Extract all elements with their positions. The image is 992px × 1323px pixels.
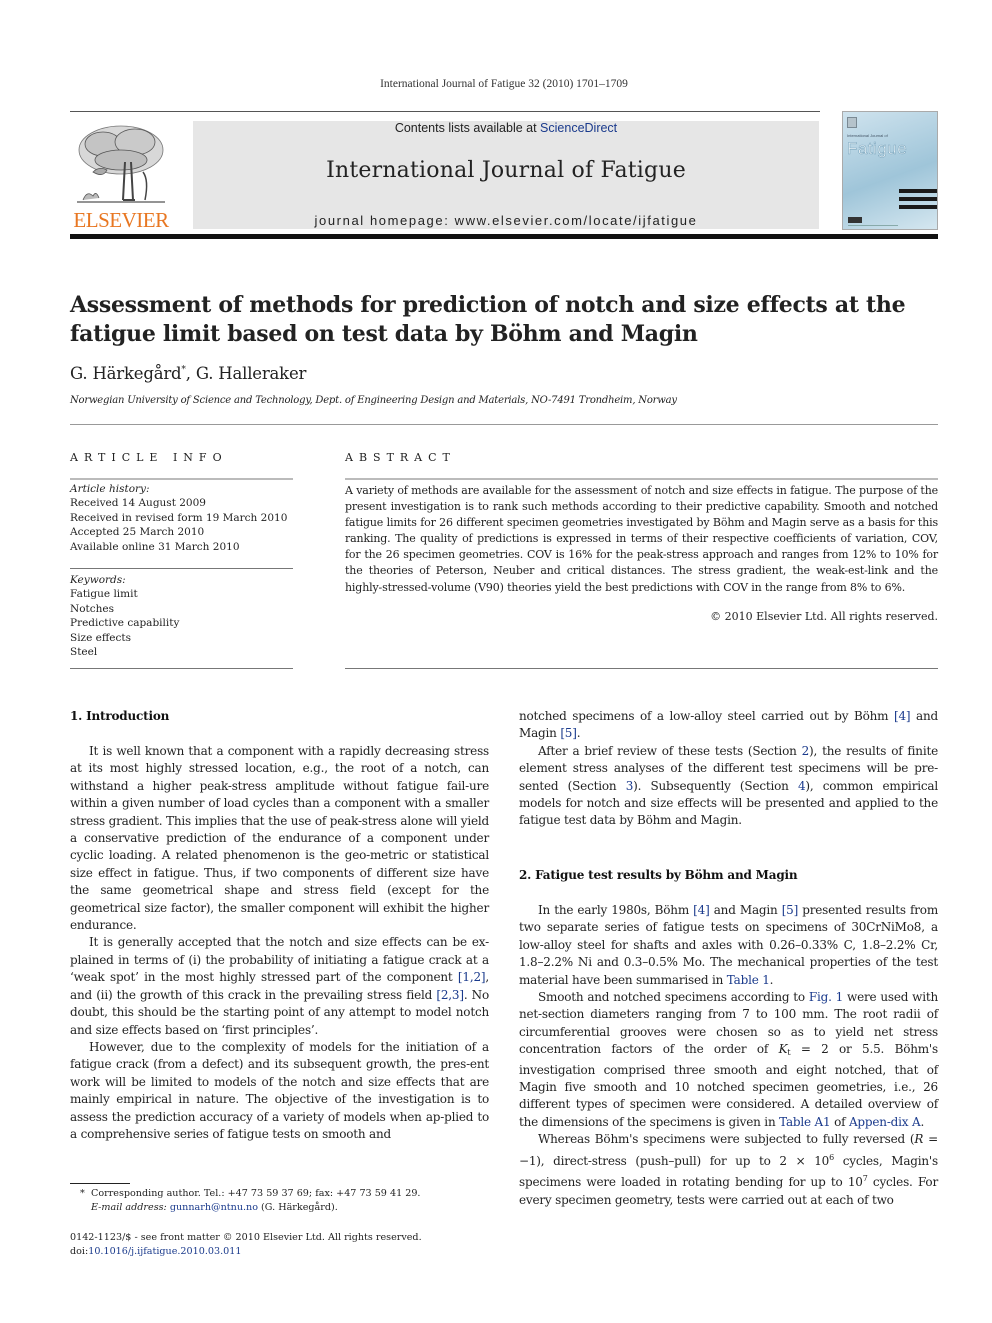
keywords: Keywords: Fatigue limit Notches Predicti…	[70, 573, 293, 659]
doi-link[interactable]: 10.1016/j.ijfatigue.2010.03.011	[88, 1246, 241, 1257]
header-thick-rule	[70, 234, 938, 239]
text-run: notched specimens of a low-alloy steel c…	[519, 709, 894, 723]
elsevier-wordmark: ELSEVIER	[73, 208, 169, 232]
section-heading: 1. Introduction	[70, 709, 170, 723]
table-link[interactable]: Table A1	[779, 1115, 831, 1129]
table-link[interactable]: Table 1	[727, 973, 770, 987]
abstract-copyright: © 2010 Elsevier Ltd. All rights reserved…	[710, 610, 938, 623]
text-run: Whereas Böhm's specimens were subjected …	[538, 1132, 915, 1147]
body-column-right-top: notched specimens of a low-alloy steel c…	[519, 708, 938, 830]
history-item: Available online 31 March 2010	[70, 540, 240, 553]
keyword: Notches	[70, 602, 114, 615]
affiliation: Norwegian University of Science and Tech…	[70, 395, 677, 406]
paragraph: notched specimens of a low-alloy steel c…	[519, 708, 938, 743]
cover-title: Fatigue	[847, 139, 908, 159]
journal-cover-thumbnail[interactable]: International Journal of Fatigue	[842, 111, 938, 230]
author-separator: ,	[185, 364, 196, 383]
text-run: It is generally accepted that the notch …	[70, 935, 489, 985]
text-run: Smooth and notched specimens according t…	[538, 990, 809, 1005]
cover-subtitle: International Journal of	[847, 133, 888, 138]
cover-bar	[899, 197, 937, 201]
sciencedirect-link[interactable]: ScienceDirect	[540, 121, 617, 135]
cover-footer	[848, 225, 898, 226]
history-item: Received 14 August 2009	[70, 497, 206, 510]
article-history-label: Article history:	[70, 483, 150, 495]
citation-link[interactable]: [5]	[560, 726, 577, 740]
text-run: .	[576, 726, 581, 741]
paragraph: In the early 1980s, Böhm [4] and Magin […	[519, 902, 938, 989]
keyword: Size effects	[70, 631, 132, 644]
cover-publisher-icon	[847, 117, 857, 128]
text-run: In the early 1980s, Böhm	[538, 903, 694, 917]
contents-prefix: Contents lists available at	[394, 121, 541, 135]
email-label: E-mail address:	[91, 1202, 167, 1214]
journal-banner: Contents lists available at ScienceDirec…	[193, 121, 819, 229]
divider	[70, 424, 938, 425]
author-list: G. Härkegård*, G. Halleraker	[70, 364, 306, 383]
keywords-label: Keywords:	[70, 574, 126, 586]
text-run: After a brief review of these tests (Sec…	[538, 743, 802, 758]
issn-line: 0142-1123/$ - see front matter © 2010 El…	[70, 1232, 422, 1243]
text-run: .	[769, 972, 774, 987]
text-run: .	[920, 1114, 925, 1129]
footnote-text: Corresponding author. Tel.: +47 73 59 37…	[91, 1188, 421, 1199]
divider	[70, 668, 293, 669]
footnote: * Corresponding author. Tel.: +47 73 59 3…	[80, 1187, 420, 1216]
figure-link[interactable]: Fig. 1	[809, 990, 843, 1004]
footnote-rule	[70, 1183, 130, 1184]
citation-link[interactable]: [2,3]	[436, 988, 464, 1002]
journal-title: International Journal of Fatigue	[326, 158, 686, 183]
paragraph: After a brief review of these tests (Sec…	[519, 743, 938, 830]
abstract-text: A variety of methods are available for t…	[345, 484, 938, 594]
issn-block: 0142-1123/$ - see front matter © 2010 El…	[70, 1231, 422, 1260]
article-title: Assessment of methods for prediction of …	[70, 292, 906, 347]
divider	[70, 568, 293, 569]
citation-link[interactable]: [4]	[693, 903, 710, 917]
author-name[interactable]: G. Halleraker	[196, 364, 307, 383]
divider	[345, 478, 938, 480]
history-item: Received in revised form 19 March 2010	[70, 511, 288, 524]
elsevier-logo[interactable]: ELSEVIER	[70, 118, 172, 233]
journal-homepage[interactable]: journal homepage: www.elsevier.com/locat…	[193, 213, 819, 228]
body-column-left: It is well known that a component with a…	[70, 743, 489, 1143]
keyword: Steel	[70, 646, 98, 659]
text-run: of	[830, 1114, 849, 1129]
appendix-link[interactable]: Appen-dix A	[849, 1115, 921, 1129]
article-history: Article history: Received 14 August 2009…	[70, 482, 293, 554]
email-suffix: (G. Härkegård).	[258, 1202, 338, 1214]
section-heading: 2. Fatigue test results by Böhm and Magi…	[519, 868, 798, 882]
abstract-heading: ABSTRACT	[345, 451, 456, 464]
body-column-right-bottom: In the early 1980s, Böhm [4] and Magin […	[519, 902, 938, 1209]
article-info-heading: ARTICLE INFO	[70, 451, 228, 464]
contents-line: Contents lists available at ScienceDirec…	[193, 121, 819, 135]
divider	[70, 478, 293, 480]
citation-link[interactable]: [5]	[782, 903, 799, 917]
citation-link[interactable]: [1,2]	[458, 970, 486, 984]
section-link[interactable]: 3	[626, 779, 634, 793]
email-link[interactable]: gunnarh@ntnu.no	[170, 1202, 258, 1213]
text-run: and Magin	[709, 903, 782, 917]
paragraph: Smooth and notched specimens according t…	[519, 989, 938, 1131]
header-rule	[70, 111, 820, 112]
author-name[interactable]: G. Härkegård	[70, 364, 182, 383]
citation-link[interactable]: [4]	[894, 709, 911, 723]
section-link[interactable]: 2	[802, 744, 810, 758]
footnote-mark: *	[80, 1188, 85, 1199]
journal-reference: International Journal of Fatigue 32 (201…	[380, 78, 628, 90]
paragraph: However, due to the complexity of models…	[70, 1039, 489, 1141]
cover-elsevier-icon	[848, 217, 862, 223]
history-item: Accepted 25 March 2010	[70, 526, 205, 539]
elsevier-tree-icon	[77, 125, 165, 203]
paragraph: It is generally accepted that the notch …	[70, 934, 489, 1038]
divider	[345, 668, 938, 669]
text-run: ). Subsequently (Section	[633, 778, 798, 793]
keyword: Predictive capability	[70, 617, 180, 630]
doi-label: doi:	[70, 1246, 89, 1258]
cover-bar	[899, 189, 937, 193]
paragraph: It is well known that a component with a…	[70, 744, 489, 933]
keyword: Fatigue limit	[70, 588, 138, 601]
paragraph: Whereas Böhm's specimens were subjected …	[519, 1131, 938, 1209]
cover-bar	[899, 205, 937, 209]
math-symbol: R	[914, 1132, 924, 1147]
